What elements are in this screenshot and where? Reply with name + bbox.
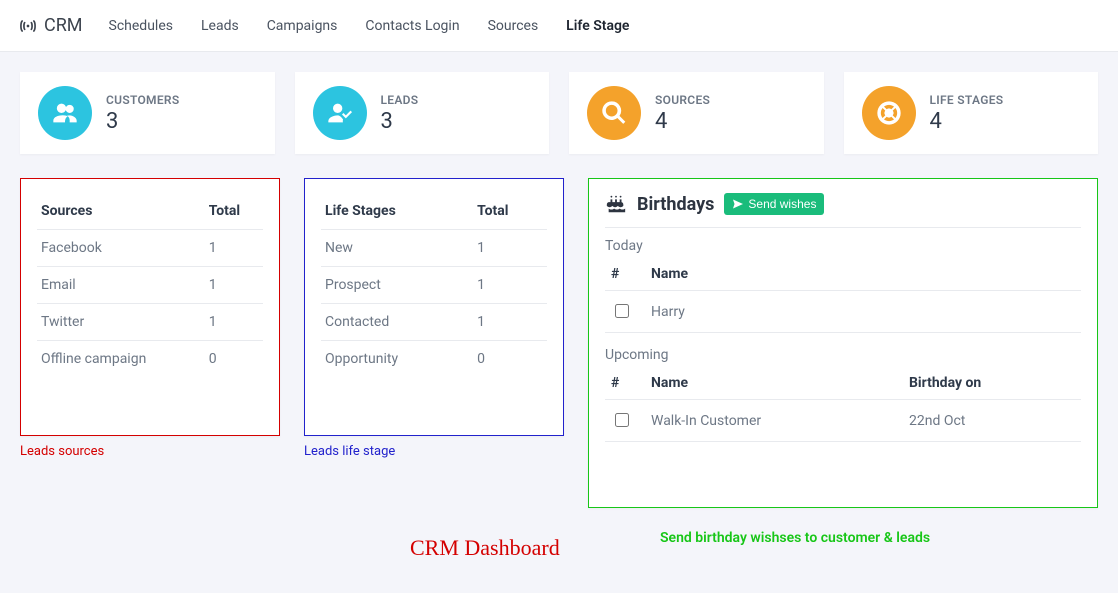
table-row: Contacted1 <box>321 304 547 341</box>
table-row: New1 <box>321 230 547 267</box>
source-count: 1 <box>205 230 263 267</box>
broadcast-icon <box>18 16 38 36</box>
birthdays-panel: Birthdays Send wishes Today # Name Harry… <box>588 178 1098 508</box>
birthdays-upcoming-table: # Name Birthday on Walk-In Customer 22nd… <box>605 367 1081 442</box>
birthdays-today-table: # Name Harry <box>605 258 1081 333</box>
birthdays-column: Birthdays Send wishes Today # Name Harry… <box>588 178 1098 508</box>
source-name: Email <box>37 267 205 304</box>
stages-head-total: Total <box>473 193 547 230</box>
stages-caption: Leads life stage <box>304 444 564 459</box>
sources-table: Sources Total Facebook1 Email1 Twitter1 … <box>37 193 263 377</box>
upcoming-head-check: # <box>605 367 645 400</box>
stat-lifestages-label: LIFE STAGES <box>930 93 1004 107</box>
stat-leads-label: LEADS <box>381 93 419 107</box>
sources-column: Sources Total Facebook1 Email1 Twitter1 … <box>20 178 280 508</box>
page-title: CRM Dashboard <box>410 535 560 561</box>
stages-table: Life Stages Total New1 Prospect1 Contact… <box>321 193 547 377</box>
table-header: Life Stages Total <box>321 193 547 230</box>
cake-icon <box>605 193 627 215</box>
main-grid: Sources Total Facebook1 Email1 Twitter1 … <box>0 154 1118 508</box>
stages-panel: Life Stages Total New1 Prospect1 Contact… <box>304 178 564 436</box>
stat-lifestages[interactable]: LIFE STAGES 4 <box>844 72 1099 154</box>
brand: CRM <box>18 15 83 36</box>
stat-sources-label: SOURCES <box>655 93 710 107</box>
nav-campaigns[interactable]: Campaigns <box>267 14 338 38</box>
stage-name: Opportunity <box>321 341 473 378</box>
table-row: Harry <box>605 291 1081 333</box>
upcoming-head-name: Name <box>645 367 903 400</box>
stage-count: 1 <box>473 230 547 267</box>
stat-sources-value: 4 <box>655 109 710 134</box>
upcoming-row-date: 22nd Oct <box>903 400 1081 442</box>
today-row-name: Harry <box>645 291 1081 333</box>
today-head-name: Name <box>645 258 1081 291</box>
nav-links: Schedules Leads Campaigns Contacts Login… <box>109 14 630 38</box>
stat-customers-value: 3 <box>106 109 179 134</box>
stages-head-name: Life Stages <box>321 193 473 230</box>
send-wishes-label: Send wishes <box>748 197 816 211</box>
table-row: Prospect1 <box>321 267 547 304</box>
stages-column: Life Stages Total New1 Prospect1 Contact… <box>304 178 564 508</box>
user-check-icon <box>313 86 367 140</box>
stat-leads[interactable]: LEADS 3 <box>295 72 550 154</box>
sources-panel: Sources Total Facebook1 Email1 Twitter1 … <box>20 178 280 436</box>
stage-count: 0 <box>473 341 547 378</box>
upcoming-row-checkbox[interactable] <box>615 413 629 427</box>
brand-text: CRM <box>44 15 83 36</box>
source-name: Offline campaign <box>37 341 205 378</box>
birthdays-caption: Send birthday wishses to customer & lead… <box>660 530 930 546</box>
table-row: Opportunity0 <box>321 341 547 378</box>
birthdays-title: Birthdays <box>637 194 714 215</box>
stat-leads-value: 3 <box>381 109 419 134</box>
stage-count: 1 <box>473 267 547 304</box>
table-row: Facebook1 <box>37 230 263 267</box>
paper-plane-icon <box>732 198 744 210</box>
birthdays-upcoming-label: Upcoming <box>605 347 1081 363</box>
lifebuoy-icon <box>862 86 916 140</box>
users-icon <box>38 86 92 140</box>
search-icon <box>587 86 641 140</box>
stat-sources[interactable]: SOURCES 4 <box>569 72 824 154</box>
stage-name: Contacted <box>321 304 473 341</box>
today-row-checkbox[interactable] <box>615 304 629 318</box>
nav-life-stage[interactable]: Life Stage <box>566 14 629 38</box>
nav-schedules[interactable]: Schedules <box>109 14 173 38</box>
birthdays-today-label: Today <box>605 238 1081 254</box>
stat-customers-label: CUSTOMERS <box>106 93 179 107</box>
sources-head-name: Sources <box>37 193 205 230</box>
source-name: Twitter <box>37 304 205 341</box>
birthdays-header: Birthdays Send wishes <box>605 193 1081 228</box>
table-header: Sources Total <box>37 193 263 230</box>
table-row: Offline campaign0 <box>37 341 263 378</box>
stat-lifestages-value: 4 <box>930 109 1004 134</box>
sources-head-total: Total <box>205 193 263 230</box>
sources-caption: Leads sources <box>20 444 280 459</box>
send-wishes-button[interactable]: Send wishes <box>724 193 824 215</box>
nav-sources[interactable]: Sources <box>488 14 539 38</box>
stage-count: 1 <box>473 304 547 341</box>
source-count: 1 <box>205 267 263 304</box>
stats-row: CUSTOMERS 3 LEADS 3 SOURCES 4 LIFE STAGE… <box>0 52 1118 154</box>
table-row: Email1 <box>37 267 263 304</box>
stat-customers[interactable]: CUSTOMERS 3 <box>20 72 275 154</box>
stage-name: New <box>321 230 473 267</box>
table-header: # Name Birthday on <box>605 367 1081 400</box>
upcoming-head-date: Birthday on <box>903 367 1081 400</box>
source-count: 0 <box>205 341 263 378</box>
today-head-check: # <box>605 258 645 291</box>
table-row: Walk-In Customer 22nd Oct <box>605 400 1081 442</box>
nav-contacts-login[interactable]: Contacts Login <box>365 14 459 38</box>
source-count: 1 <box>205 304 263 341</box>
stage-name: Prospect <box>321 267 473 304</box>
nav-leads[interactable]: Leads <box>201 14 239 38</box>
table-header: # Name <box>605 258 1081 291</box>
table-row: Twitter1 <box>37 304 263 341</box>
upcoming-row-name: Walk-In Customer <box>645 400 903 442</box>
source-name: Facebook <box>37 230 205 267</box>
top-navbar: CRM Schedules Leads Campaigns Contacts L… <box>0 0 1118 52</box>
